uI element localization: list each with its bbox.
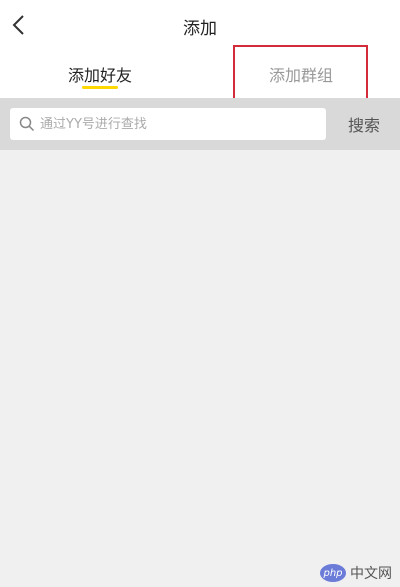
- header-bar: 添加: [0, 0, 400, 50]
- search-icon: [19, 116, 35, 132]
- search-input[interactable]: [40, 108, 320, 140]
- tab-add-groups[interactable]: 添加群组: [236, 50, 366, 98]
- add-page: 添加 添加好友 添加群组 搜索 php 中文网: [0, 0, 400, 587]
- search-box[interactable]: [10, 108, 326, 140]
- php-logo: php: [320, 564, 346, 582]
- active-tab-indicator: [82, 86, 118, 89]
- watermark: php 中文网: [320, 563, 392, 583]
- search-bar: 搜索: [0, 98, 400, 150]
- watermark-text: 中文网: [350, 566, 392, 582]
- results-area: [0, 150, 400, 587]
- search-button[interactable]: 搜索: [338, 108, 390, 140]
- tab-add-friends[interactable]: 添加好友: [40, 50, 160, 98]
- tab-bar: 添加好友 添加群组: [0, 50, 400, 98]
- page-title: 添加: [183, 19, 217, 39]
